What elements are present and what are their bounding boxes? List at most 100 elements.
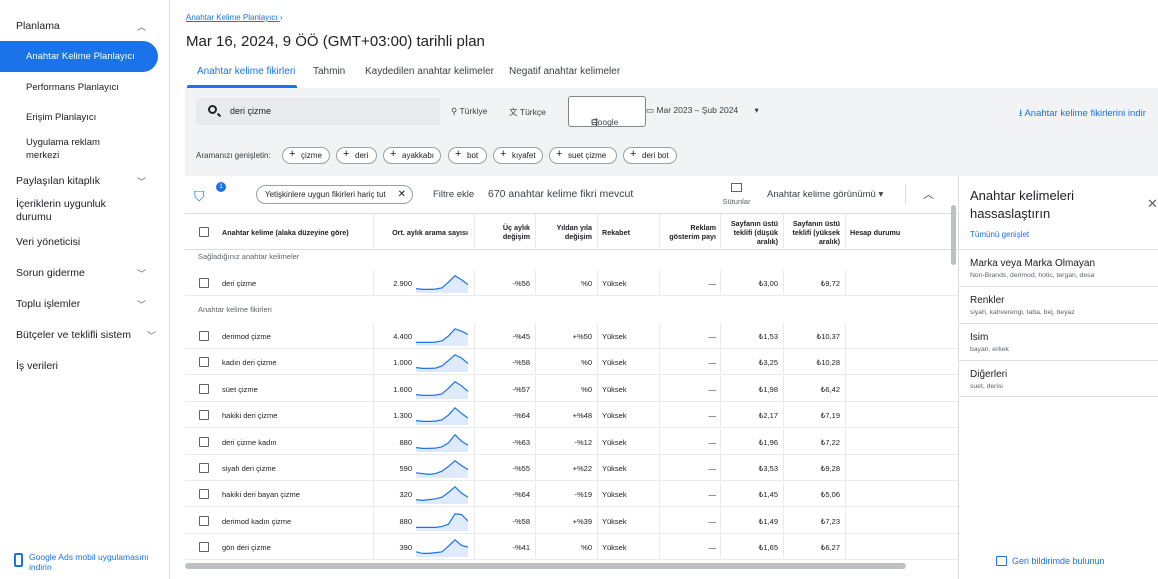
yoy-cell: +%48	[572, 411, 592, 421]
sidebar-group-bulk-actions[interactable]: Toplu işlemler ﹀	[16, 298, 166, 310]
columns-button[interactable]: Sütunlar	[719, 183, 754, 206]
divider	[373, 402, 374, 429]
column-header-three-month[interactable]: Üç aylık değişim	[475, 223, 530, 241]
expand-chip[interactable]: ayakkabı	[383, 147, 441, 164]
refine-item-colors[interactable]: Renkler siyah, kahverengi, taba, bej, be…	[959, 286, 1158, 323]
column-header-competition[interactable]: Rekabet	[602, 228, 630, 237]
column-header-avg-searches[interactable]: Ort. aylık arama sayısı	[377, 228, 468, 237]
expand-all-link[interactable]: Tümünü genişlet	[970, 230, 1029, 239]
divider	[597, 349, 598, 376]
column-header-keyword[interactable]: Anahtar kelime (alaka düzeyine göre)	[222, 228, 349, 237]
sidebar-item-keyword-planner[interactable]: Anahtar Kelime Planlayıcı	[0, 41, 158, 72]
chevron-up-icon[interactable]: ︿	[923, 186, 934, 202]
sidebar-item-reach-planner[interactable]: Erişim Planlayıcı	[26, 111, 156, 124]
column-header-impression-share[interactable]: Reklam gösterim payı	[661, 223, 716, 241]
refine-item-others[interactable]: Diğerleri suet, derisi	[959, 360, 1158, 397]
table-row[interactable]: derimod çizme 4.400 -%45 +%50 Yüksek — ₺1,53 ₺1…	[185, 323, 960, 349]
keyword-view-select[interactable]: Anahtar kelime görünümü ▾	[767, 189, 883, 200]
download-ideas-link[interactable]: ⭳ Anahtar kelime fikirlerini indir	[1019, 106, 1146, 122]
bid-low-cell: ₺1,98	[758, 384, 778, 394]
column-header-bid-low[interactable]: Sayfanın üstü teklifi (düşük aralık)	[722, 219, 778, 246]
tab-forecast[interactable]: Tahmin	[313, 66, 345, 77]
download-icon: ⭳	[1019, 108, 1023, 119]
sidebar-group-content-suitability[interactable]: İçeriklerin uygunluk durumu	[16, 198, 126, 224]
sidebar-group-data-manager[interactable]: Veri yöneticisi	[16, 236, 166, 248]
expand-chip[interactable]: çizme	[282, 147, 330, 164]
date-range-filter[interactable]: ▭ Mar 2023 – Şub 2024 ▾	[646, 105, 759, 116]
close-icon[interactable]: ✕	[1147, 196, 1158, 212]
divider	[720, 455, 721, 481]
bid-high-cell: ₺6,27	[820, 543, 840, 553]
sidebar-group-budgets-bidding[interactable]: Bütçeler ve teklifli sistem ﹀	[16, 329, 166, 341]
table-row[interactable]: derimod kadın çizme 880 -%58 +%39 Yüksek — ₺1,…	[185, 507, 960, 534]
divider	[783, 507, 784, 534]
sidebar-group-planlama[interactable]: Planlama ︿	[16, 20, 166, 32]
row-checkbox[interactable]	[199, 357, 209, 368]
select-all-checkbox[interactable]	[199, 227, 209, 237]
feedback-link[interactable]: Geri bildirimde bulunun	[996, 556, 1105, 566]
column-header-account-status[interactable]: Hesap durumu	[850, 228, 900, 237]
close-icon[interactable]: ✕	[398, 186, 406, 203]
row-checkbox[interactable]	[199, 542, 209, 553]
row-checkbox[interactable]	[199, 463, 209, 473]
table-row[interactable]: deri çizme kadın 880 -%63 -%12 Yüksek — ₺1,96 ₺…	[185, 428, 960, 455]
network-filter[interactable]: ⇶ Google	[568, 96, 646, 127]
column-header-bid-high[interactable]: Sayfanın üstü teklifi (yüksek aralık)	[785, 219, 840, 246]
row-checkbox[interactable]	[199, 331, 209, 341]
tab-negative-keywords[interactable]: Negatif anahtar kelimeler	[509, 66, 620, 77]
expand-chip[interactable]: suet çizme	[549, 147, 617, 164]
sidebar-group-shared-library[interactable]: Paylaşılan kitaplık ﹀	[16, 175, 166, 187]
sidebar-item-app-ad-center[interactable]: Uygulama reklam merkezi	[26, 136, 126, 162]
sidebar-item-performance-planner[interactable]: Performans Planlayıcı	[26, 81, 156, 94]
competition-cell: Yüksek	[602, 358, 627, 368]
horizontal-scrollbar[interactable]	[185, 563, 906, 569]
impression-share-cell: —	[708, 279, 717, 288]
tab-saved-keywords[interactable]: Kaydedilen anahtar kelimeler	[365, 66, 494, 77]
tab-keyword-ideas[interactable]: Anahtar kelime fikirleri	[197, 66, 295, 77]
chevron-down-icon: ﹀	[136, 300, 146, 310]
table-row[interactable]: gön deri çizme 390 -%41 %0 Yüksek — ₺1,65 ₺6,27	[185, 534, 960, 561]
expand-chip[interactable]: bot	[448, 147, 487, 164]
divider	[845, 375, 846, 402]
divider	[659, 481, 660, 508]
sidebar-group-troubleshooting[interactable]: Sorun giderme ﹀	[16, 267, 166, 279]
row-checkbox[interactable]	[199, 489, 209, 500]
table-row[interactable]: hakiki deri çizme 1.300 -%64 +%48 Yüksek — ₺2,…	[185, 402, 960, 429]
sidebar-group-label: İçeriklerin uygunluk durumu	[16, 198, 106, 223]
expand-chip[interactable]: deri	[336, 147, 377, 164]
refine-item-brand[interactable]: Marka veya Marka Olmayan Non-Brands, der…	[959, 249, 1158, 286]
impression-share-cell: —	[708, 543, 717, 553]
row-checkbox[interactable]	[199, 515, 209, 526]
column-header-yoy[interactable]: Yıldan yıla değişim	[537, 223, 592, 241]
add-filter-button[interactable]: Filtre ekle	[433, 189, 474, 200]
divider	[597, 270, 598, 296]
row-checkbox[interactable]	[199, 436, 209, 447]
table-row[interactable]: siyah deri çizme 590 -%55 +%22 Yüksek — ₺3,53 ₺…	[185, 455, 960, 481]
row-checkbox[interactable]	[199, 383, 209, 394]
avg-searches-cell: 1.600	[393, 384, 412, 394]
adult-ideas-filter-chip[interactable]: Yetişkinlere uygun fikirleri hariç tut ✕	[256, 185, 413, 204]
table-row[interactable]: hakiki deri bayan çizme 320 -%64 -%19 Yüksek…	[185, 481, 960, 508]
breadcrumb-link[interactable]: Anahtar Kelime Planlayıcı	[186, 13, 278, 22]
breadcrumb[interactable]: Anahtar Kelime Planlayıcı ›	[186, 13, 283, 22]
row-checkbox[interactable]	[199, 410, 209, 421]
language-filter[interactable]: 文 Türkçe	[509, 106, 546, 118]
keyword-cell: derimod çizme	[222, 332, 271, 341]
sparkline-area	[416, 513, 468, 531]
yoy-cell: -%12	[574, 437, 592, 447]
filter-count-badge: 1	[216, 182, 226, 192]
search-input[interactable]: deri çizme	[196, 98, 440, 125]
table-row[interactable]: deri çizme 2.900 -%56 %0 Yüksek — ₺3,00 ₺9,72	[185, 270, 960, 296]
expand-chip[interactable]: deri bot	[623, 147, 677, 164]
sidebar-group-business-data[interactable]: İş verileri	[16, 360, 166, 372]
expand-chip[interactable]: kıyafet	[493, 147, 543, 164]
vertical-scrollbar[interactable]	[951, 205, 956, 265]
row-checkbox[interactable]	[199, 278, 209, 288]
table-row[interactable]: süet çizme 1.600 -%57 %0 Yüksek — ₺1,98 ₺6,42	[185, 375, 960, 402]
refine-item-name[interactable]: Isim bayan, erkek	[959, 323, 1158, 360]
table-row[interactable]: kadın deri çizme 1.000 -%58 %0 Yüksek — ₺3,25 ₺…	[185, 349, 960, 376]
calendar-icon: ▭	[646, 105, 655, 115]
location-filter[interactable]: ⚲ Türkiye	[451, 106, 487, 117]
divider	[373, 481, 374, 508]
filter-icon[interactable]: ⛉	[194, 188, 205, 205]
